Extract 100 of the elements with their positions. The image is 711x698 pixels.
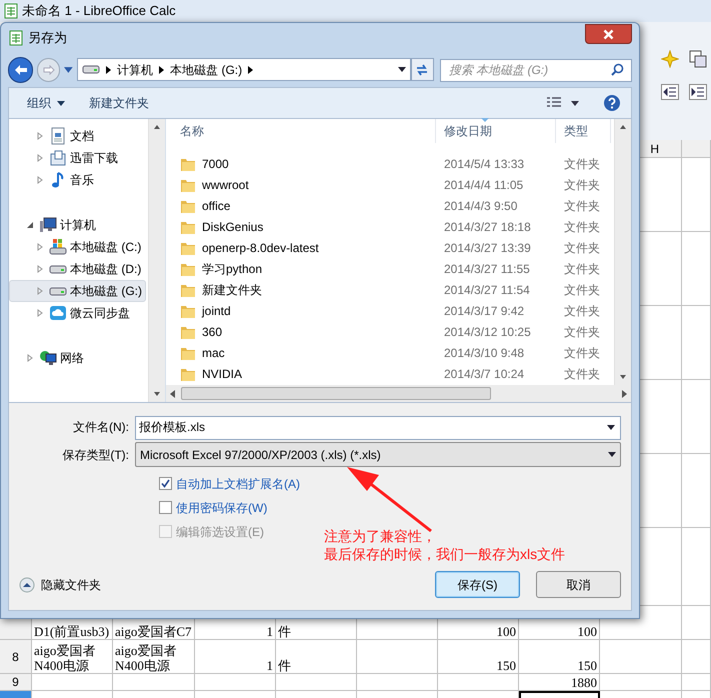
search-icon[interactable]: [611, 63, 624, 76]
modified-date: 2014/3/10 9:48: [443, 344, 526, 362]
scroll-up-icon[interactable]: [154, 125, 160, 129]
collapse-up-icon[interactable]: [19, 576, 35, 592]
nav-item[interactable]: 网络: [9, 347, 146, 369]
file-type: 文件夹: [563, 260, 601, 278]
star-icon[interactable]: [661, 50, 679, 68]
column-header[interactable]: 类型: [556, 119, 611, 143]
file-row[interactable]: 新建文件夹 2014/3/27 11:54 文件夹: [166, 279, 614, 300]
file-name: jointd: [202, 302, 231, 320]
view-options-icon[interactable]: [547, 97, 561, 109]
row-header[interactable]: 8: [0, 640, 32, 674]
decrease-indent-icon[interactable]: [661, 84, 679, 100]
dialog-title: 另存为: [28, 29, 67, 48]
address-bar[interactable]: 计算机 本地磁盘 (G:): [77, 58, 411, 81]
scrollbar-thumb[interactable]: [181, 387, 491, 400]
table-cell: aigo爱国者 N400电源: [32, 640, 113, 674]
file-row[interactable]: DiskGenius 2014/3/27 18:18 文件夹: [166, 216, 614, 237]
help-icon[interactable]: [603, 94, 621, 112]
filename-field[interactable]: 报价模板.xls: [135, 416, 621, 440]
dropdown-arrow-icon[interactable]: [571, 100, 579, 106]
download-folder-icon: [49, 149, 67, 167]
dropdown-arrow-icon[interactable]: [398, 67, 406, 72]
scroll-up-icon[interactable]: [620, 125, 626, 129]
increase-indent-icon[interactable]: [689, 84, 707, 100]
horizontal-scrollbar[interactable]: [166, 385, 631, 402]
field-label: 文件名(N):: [72, 419, 130, 436]
file-row[interactable]: 360 2014/3/12 10:25 文件夹: [166, 321, 614, 342]
dialog-button[interactable]: 保存(S): [435, 571, 520, 598]
file-row[interactable]: jointd 2014/3/17 9:42 文件夹: [166, 300, 614, 321]
file-row[interactable]: NVIDIA 2014/3/7 10:24 文件夹: [166, 363, 614, 384]
file-name: wwwroot: [202, 176, 249, 194]
checkbox[interactable]: [159, 501, 172, 514]
file-name: 新建文件夹: [202, 282, 262, 298]
file-type: 文件夹: [563, 240, 601, 256]
vertical-scrollbar[interactable]: [148, 119, 165, 402]
nav-item[interactable]: 计算机: [9, 214, 146, 236]
close-icon[interactable]: [603, 28, 614, 40]
row-header[interactable]: 9: [0, 674, 32, 691]
nav-item[interactable]: 本地磁盘 (C:): [9, 236, 146, 258]
dialog-button[interactable]: 取消: [536, 571, 621, 598]
hide-folders-button[interactable]: 隐藏文件夹: [19, 576, 101, 594]
vertical-scrollbar[interactable]: [614, 119, 631, 385]
drive-icon: [49, 264, 67, 274]
nav-item[interactable]: 本地磁盘 (G:): [9, 280, 146, 302]
nav-item[interactable]: 迅雷下载: [9, 147, 146, 169]
file-row[interactable]: mac 2014/3/10 9:48 文件夹: [166, 342, 614, 363]
modified-date: 2014/4/3 9:50: [443, 198, 518, 214]
scroll-down-icon[interactable]: [620, 375, 626, 379]
scroll-left-icon[interactable]: [170, 390, 175, 398]
organize-menu[interactable]: 组织: [27, 94, 65, 112]
file-name: 学习python: [202, 260, 262, 278]
document-icon: [49, 127, 67, 145]
file-type: 文件夹: [563, 302, 601, 320]
collapse-arrow-icon[interactable]: [26, 221, 36, 229]
file-type: 文件夹: [563, 218, 601, 236]
file-row[interactable]: office 2014/4/3 9:50 文件夹: [166, 195, 614, 216]
history-dropdown-icon[interactable]: [64, 66, 74, 72]
file-type-dropdown[interactable]: Microsoft Excel 97/2000/XP/2003 (.xls) (*.xls): [135, 442, 621, 467]
nav-item[interactable]: 微云同步盘: [9, 302, 146, 324]
breadcrumb-arrow-icon[interactable]: [106, 66, 112, 74]
table-cell: 150: [438, 640, 519, 674]
file-row[interactable]: openerp-8.0dev-latest 2014/3/27 13:39 文件夹: [166, 237, 614, 258]
dropdown-arrow-icon[interactable]: [608, 452, 616, 457]
breadcrumb[interactable]: 计算机: [117, 60, 154, 78]
column-header[interactable]: 名称: [166, 119, 436, 143]
nav-item[interactable]: 音乐: [9, 169, 146, 191]
table-cell: 件: [276, 640, 357, 674]
app-title: 未命名 1 - LibreOffice Calc: [22, 2, 176, 20]
modified-date: 2014/3/12 10:25: [443, 324, 532, 340]
breadcrumb-arrow-icon[interactable]: [159, 66, 164, 74]
close-button[interactable]: [585, 24, 632, 44]
scroll-right-icon[interactable]: [622, 390, 627, 398]
back-arrow-icon[interactable]: [14, 64, 28, 76]
modified-date: 2014/3/27 18:18: [443, 218, 532, 236]
refresh-button[interactable]: [410, 58, 434, 81]
breadcrumb[interactable]: 本地磁盘 (G:): [170, 60, 242, 78]
file-type: 文件夹: [563, 176, 601, 194]
file-row[interactable]: wwwroot 2014/4/4 11:05 文件夹: [166, 174, 614, 195]
breadcrumb-arrow-icon[interactable]: [248, 66, 254, 74]
file-row[interactable]: 学习python 2014/3/27 11:55 文件夹: [166, 258, 614, 279]
refresh-icon[interactable]: [415, 64, 430, 76]
checkbox-label[interactable]: 自动加上文档扩展名(A): [176, 476, 306, 492]
back-button[interactable]: [8, 56, 34, 82]
search-field[interactable]: 搜索 本地磁盘 (G:): [440, 58, 632, 82]
copy-icon[interactable]: [689, 50, 707, 68]
new-folder-button[interactable]: 新建文件夹: [89, 94, 149, 112]
modified-date: 2014/3/27 13:39: [443, 240, 532, 256]
column-header[interactable]: 修改日期: [436, 119, 556, 143]
computer-icon: [39, 216, 57, 234]
spreadsheet-icon: [9, 30, 23, 46]
dropdown-arrow-icon[interactable]: [607, 425, 615, 430]
nav-item[interactable]: 本地磁盘 (D:): [9, 258, 146, 280]
file-type: 文件夹: [563, 198, 601, 214]
file-type: 文件夹: [563, 344, 601, 362]
caret-icon[interactable]: [57, 100, 65, 106]
checkbox-label[interactable]: 使用密码保存(W): [176, 500, 306, 516]
scroll-down-icon[interactable]: [154, 392, 160, 396]
table-cell: 1: [195, 640, 276, 674]
nav-item[interactable]: 文档: [9, 125, 146, 147]
